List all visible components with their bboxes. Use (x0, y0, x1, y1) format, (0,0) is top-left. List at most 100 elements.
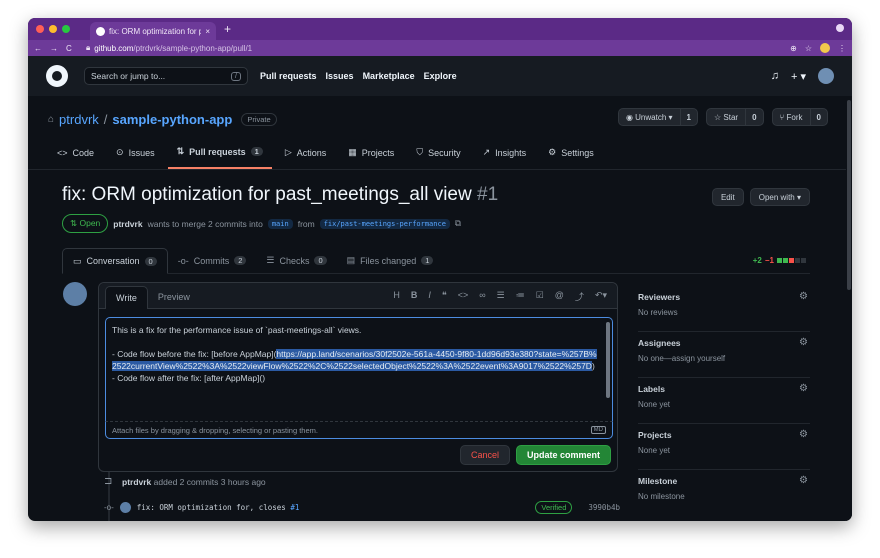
tab-insights[interactable]: ↗ Insights (474, 146, 536, 169)
tab-files-changed[interactable]: ▤ Files changed 1 (337, 248, 444, 273)
reference-icon[interactable]: ⤴ (575, 290, 584, 303)
repo-owner-link[interactable]: ptrdvrk (59, 112, 99, 127)
browser-menu-dot-icon[interactable] (836, 24, 844, 32)
tab-pull-requests[interactable]: ⇅ Pull requests 1 (167, 146, 272, 169)
url-field[interactable]: 🔒︎ github.com/ptrdvrk/sample-python-app/… (86, 43, 790, 53)
sidebar-heading[interactable]: Reviewers (638, 292, 810, 302)
reload-icon[interactable]: C (66, 44, 72, 53)
close-window-button[interactable] (36, 25, 44, 33)
event-text: added 2 commits 3 hours ago (153, 476, 266, 487)
bold-icon[interactable]: B (411, 290, 418, 303)
copy-icon[interactable]: ⧉ (455, 218, 461, 229)
code-icon[interactable]: <> (458, 290, 469, 303)
commenter-avatar[interactable] (63, 282, 87, 306)
bell-icon[interactable]: ♫ (771, 70, 779, 82)
page-scrollbar[interactable] (846, 96, 852, 521)
heading-icon[interactable]: H (393, 290, 400, 303)
base-branch[interactable]: main (267, 218, 293, 229)
gear-icon[interactable]: ⚙ (799, 383, 808, 394)
numbered-list-icon[interactable]: ≔ (516, 290, 525, 303)
commits-count: 2 (234, 256, 247, 265)
bulleted-list-icon[interactable]: ☰ (497, 290, 505, 303)
nav-pull-requests[interactable]: Pull requests (260, 71, 317, 81)
bookmark-star-icon[interactable]: ☆ (805, 44, 812, 53)
pr-author-link[interactable]: ptrdvrk (113, 219, 142, 229)
edit-title-button[interactable]: Edit (711, 188, 744, 206)
back-icon[interactable]: ← (34, 44, 42, 53)
verified-badge[interactable]: Verified (535, 501, 573, 514)
sidebar-heading[interactable]: Assignees (638, 338, 810, 348)
nav-marketplace[interactable]: Marketplace (363, 71, 415, 81)
tab-code[interactable]: <> Code (48, 146, 103, 169)
scrollbar-thumb[interactable] (847, 100, 851, 290)
tab-settings[interactable]: ⚙ Settings (539, 146, 603, 169)
close-tab-icon[interactable]: × (205, 27, 210, 36)
commit-author-avatar[interactable] (119, 502, 131, 513)
textarea-scrollbar[interactable] (606, 322, 610, 398)
open-with-button[interactable]: Open with ▾ (749, 188, 810, 206)
github-logo-icon[interactable] (46, 65, 68, 87)
tab-checks[interactable]: ☰ Checks 0 (256, 248, 336, 273)
fork-label: Fork (786, 112, 803, 122)
extension-icon[interactable] (820, 43, 830, 53)
maximize-window-button[interactable] (62, 25, 70, 33)
repo-name-link[interactable]: sample-python-app (112, 112, 232, 127)
comment-textarea[interactable]: This is a fix for the performance issue … (105, 317, 613, 421)
sidebar-assignees: Assignees No one—assign yourself ⚙ (638, 332, 810, 378)
user-avatar[interactable] (818, 68, 834, 84)
sidebar-milestone: Milestone No milestone ⚙ (638, 470, 810, 516)
gear-icon[interactable]: ⚙ (799, 337, 808, 348)
mention-icon[interactable]: @ (555, 290, 564, 303)
nav-issues[interactable]: Issues (326, 71, 354, 81)
nav-explore[interactable]: Explore (424, 71, 457, 81)
zoom-icon[interactable]: ⊕ (790, 44, 797, 53)
editor-header: Write Preview H B I ❝ <> ∞ ☰ ≔ ☑ @ ⤴ ↶▾ (99, 283, 617, 309)
commit-message[interactable]: fix: ORM optimization for, closes #1 (137, 503, 300, 512)
unwatch-button[interactable]: ◉ Unwatch ▾ 1 (617, 108, 698, 126)
new-tab-button[interactable]: + (224, 22, 231, 36)
reply-icon[interactable]: ↶▾ (595, 290, 607, 303)
sidebar-heading[interactable]: Projects (638, 430, 810, 440)
markdown-badge-icon[interactable]: MD (590, 426, 606, 434)
tab-issues[interactable]: ⊙ Issues (107, 146, 164, 169)
quote-icon[interactable]: ❝ (442, 290, 447, 303)
star-button[interactable]: ☆ Star 0 (705, 108, 764, 126)
update-comment-button[interactable]: Update comment (515, 445, 611, 465)
commit-sha[interactable]: 3990b4b (588, 503, 620, 512)
kebab-menu-icon[interactable]: ⋮ (838, 44, 846, 53)
browser-tab[interactable]: fix: ORM optimization for past... × (90, 22, 216, 40)
tab-conversation-label: Conversation (86, 256, 140, 266)
unwatch-label: Unwatch ▾ (635, 112, 673, 122)
tab-conversation[interactable]: ▭ Conversation 0 (62, 248, 168, 274)
tab-actions[interactable]: ▷ Actions (276, 146, 335, 169)
minimize-window-button[interactable] (49, 25, 57, 33)
fork-button[interactable]: ⑂ Fork 0 (771, 108, 828, 126)
gear-icon[interactable]: ⚙ (799, 475, 808, 486)
window-controls (36, 25, 70, 33)
cancel-button[interactable]: Cancel (459, 445, 510, 465)
visibility-badge: Private (241, 113, 277, 126)
pr-tabs: ▭ Conversation 0 -o- Commits 2 ☰ Checks 0 ▤ Fil… (62, 248, 810, 274)
gear-icon[interactable]: ⚙ (799, 291, 808, 302)
sidebar-heading[interactable]: Milestone (638, 476, 810, 486)
attach-files-area[interactable]: Attach files by dragging & dropping, sel… (105, 421, 613, 439)
search-input[interactable]: Search or jump to... / (84, 67, 248, 85)
head-branch[interactable]: fix/past-meetings-performance (319, 218, 450, 229)
markdown-toolbar: H B I ❝ <> ∞ ☰ ≔ ☑ @ ⤴ ↶▾ (393, 290, 607, 303)
italic-icon[interactable]: I (428, 290, 431, 303)
eye-icon: ◉ (625, 112, 636, 122)
tab-commits[interactable]: -o- Commits 2 (168, 248, 257, 273)
tab-projects[interactable]: ▦ Projects (339, 146, 403, 169)
from-text: from (297, 218, 315, 229)
forward-icon[interactable]: → (50, 44, 58, 53)
write-tab[interactable]: Write (105, 286, 148, 309)
preview-tab[interactable]: Preview (148, 286, 200, 308)
create-new-button[interactable]: + ▾ (791, 70, 806, 83)
tab-security[interactable]: ⛉ Security (407, 146, 469, 169)
commit-issue-ref[interactable]: #1 (290, 503, 299, 512)
sidebar-heading[interactable]: Labels (638, 384, 810, 394)
gear-icon[interactable]: ⚙ (799, 429, 808, 440)
task-list-icon[interactable]: ☑ (536, 290, 544, 303)
event-author-link[interactable]: ptrdvrk (122, 477, 151, 487)
link-icon[interactable]: ∞ (479, 290, 485, 303)
